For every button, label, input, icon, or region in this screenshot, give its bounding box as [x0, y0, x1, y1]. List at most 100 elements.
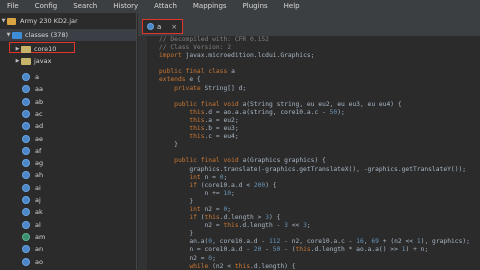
code-line: if (core10.a.d < 200) {: [189, 181, 277, 189]
tab-class-a[interactable]: a ×: [142, 19, 183, 34]
menu-search[interactable]: Search: [65, 0, 105, 13]
tree-item-class[interactable]: aa: [0, 83, 136, 95]
code-line: n2 = 0;: [159, 254, 216, 262]
tree-item-class[interactable]: ai: [0, 182, 136, 194]
tree-item-class[interactable]: ag: [0, 157, 136, 169]
menu-mappings[interactable]: Mappings: [185, 0, 235, 13]
close-icon[interactable]: ×: [171, 23, 177, 31]
code-line: extends e {: [159, 76, 201, 84]
folder-icon: [12, 31, 22, 39]
tree-item-label: javax: [34, 57, 52, 65]
menu-file[interactable]: File: [0, 0, 27, 13]
chevron-down-icon[interactable]: ▼: [0, 18, 7, 24]
menu-help[interactable]: Help: [276, 0, 308, 13]
tree-item-label: aa: [35, 85, 43, 94]
folder-icon: [21, 45, 31, 53]
tree-item-label: af: [35, 146, 42, 155]
tree-item-class[interactable]: af: [0, 145, 136, 157]
tree-item-label: an: [35, 245, 44, 254]
tree-item-class[interactable]: ak: [0, 206, 136, 218]
tree-item-label: al: [35, 220, 41, 229]
tab-label: a: [157, 22, 162, 31]
menu-config[interactable]: Config: [27, 0, 65, 13]
code-line: }: [159, 197, 194, 205]
tree-item-class[interactable]: aj: [0, 194, 136, 206]
class-icon: [22, 245, 30, 254]
code-editor[interactable]: a × // Decompiled with: CFR 0.152// Clas…: [138, 13, 480, 270]
tree-item-label: aj: [35, 196, 41, 204]
chevron-down-icon[interactable]: ▼: [5, 32, 12, 38]
class-icon: [22, 232, 30, 241]
tree-item-class[interactable]: ab: [0, 96, 136, 108]
code-line: }: [159, 141, 178, 149]
tree-item-label: ae: [35, 134, 43, 143]
code-line: public final void a(String string, eu eu…: [174, 100, 402, 108]
tree-item-class[interactable]: ac: [0, 108, 136, 120]
code-line: this.b = eu3;: [189, 125, 239, 133]
tree-item-package[interactable]: ▶ javax: [0, 55, 136, 67]
class-icon: [22, 159, 30, 168]
class-icon: [22, 85, 30, 94]
class-icon: [22, 196, 30, 204]
class-tree-panel[interactable]: ▼ Army 230 KD2.jar ▼ classes (378) ▶ cor…: [0, 13, 137, 270]
tree-item-label: classes (378): [25, 31, 69, 39]
tree-item-label: ab: [35, 97, 44, 106]
menu-plugins[interactable]: Plugins: [235, 0, 276, 13]
tree-item-classes[interactable]: ▼ classes (378): [0, 29, 136, 41]
chevron-right-icon[interactable]: ▶: [14, 46, 21, 52]
jar-icon: [7, 17, 16, 25]
code-line: }: [159, 230, 194, 238]
code-line: if (this.d.length > 3) {: [189, 214, 281, 222]
code-text[interactable]: // Decompiled with: CFR 0.152// Class Ve…: [159, 36, 480, 270]
tree-item-label: ad: [35, 122, 44, 131]
class-icon: [22, 257, 30, 266]
editor-gutter: [138, 36, 147, 270]
tree-item-class[interactable]: ad: [0, 120, 136, 132]
code-line: public final void a(Graphics graphics) {: [174, 157, 326, 165]
chevron-right-icon[interactable]: ▶: [14, 58, 21, 64]
menu-attach[interactable]: Attach: [146, 0, 185, 13]
menu-bar: File Config Search History Attach Mappin…: [0, 0, 480, 13]
code-line: while (n2 < this.d.length) {: [189, 262, 296, 270]
class-icon: [22, 122, 30, 131]
tree-item-label: am: [35, 232, 46, 241]
code-line: // Class Version: 2: [159, 44, 232, 52]
code-line: int n = 0;: [189, 173, 228, 181]
tree-item-label: ah: [35, 171, 44, 180]
code-line: this.a = eu2;: [189, 116, 239, 124]
class-icon: [147, 23, 154, 30]
class-icon: [22, 220, 30, 229]
class-icon: [22, 109, 30, 118]
code-line: n = core10.a.d - 20 - 50 - (this.d.lengt…: [159, 246, 429, 254]
tree-item-package[interactable]: ▶ core10: [0, 43, 136, 55]
class-icon: [22, 134, 30, 143]
tree-item-class[interactable]: ae: [0, 133, 136, 145]
tree-item-class[interactable]: al: [0, 219, 136, 231]
class-icon: [22, 208, 30, 217]
code-line: private String[] d;: [174, 84, 247, 92]
menu-history[interactable]: History: [105, 0, 146, 13]
code-line: public final class a: [159, 68, 235, 76]
tree-item-jar[interactable]: ▼ Army 230 KD2.jar: [0, 15, 136, 27]
class-icon: [22, 171, 30, 180]
tree-item-label: a: [35, 73, 39, 81]
tree-item-class[interactable]: ah: [0, 169, 136, 181]
code-line: import javax.microedition.lcdui.Graphics…: [159, 52, 315, 60]
tree-item-class[interactable]: ao: [0, 256, 136, 268]
tree-item-class[interactable]: an: [0, 243, 136, 255]
code-line: an.a(0, core10.a.d - 112 - n2, core10.a.…: [159, 238, 470, 246]
code-line: n2 = this.d.length - 3 << 3;: [159, 222, 311, 230]
code-line: graphics.translate(-graphics.getTranslat…: [159, 165, 467, 173]
tree-item-class[interactable]: am: [0, 231, 136, 243]
tree-item-label: ag: [35, 159, 44, 168]
code-line: this.c = eu4;: [189, 133, 239, 141]
class-icon: [22, 146, 30, 155]
class-icon: [22, 183, 30, 192]
tree-item-label: ac: [35, 109, 43, 118]
tab-bar: a ×: [138, 13, 480, 36]
tree-item-class[interactable]: a: [0, 71, 136, 83]
tree-item-label: ak: [35, 208, 43, 217]
code-line: n += 10;: [159, 189, 235, 197]
